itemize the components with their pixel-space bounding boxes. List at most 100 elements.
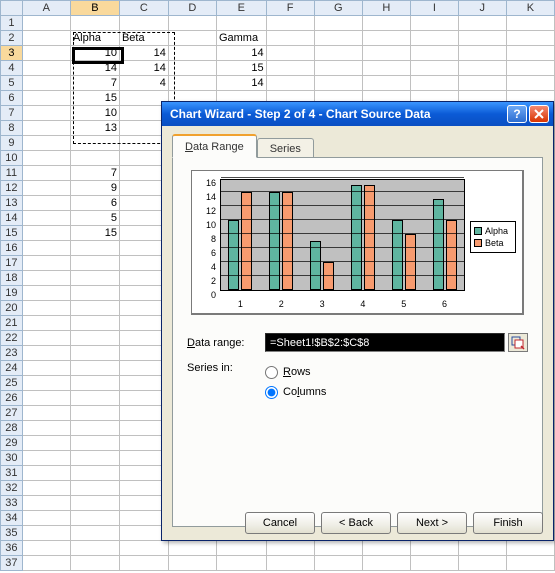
cell[interactable]	[410, 46, 458, 61]
col-header[interactable]: C	[119, 1, 168, 16]
row-header[interactable]: 13	[1, 196, 23, 211]
cell[interactable]	[70, 331, 119, 346]
cell[interactable]	[70, 421, 119, 436]
row-header[interactable]: 5	[1, 76, 23, 91]
cell[interactable]: 15	[70, 226, 119, 241]
cell[interactable]	[22, 376, 70, 391]
cell[interactable]	[70, 376, 119, 391]
cell[interactable]	[266, 556, 314, 571]
col-header[interactable]: G	[314, 1, 362, 16]
cell[interactable]	[22, 331, 70, 346]
cell[interactable]	[506, 31, 554, 46]
cell[interactable]: 10	[70, 106, 119, 121]
cell[interactable]	[119, 16, 168, 31]
cell[interactable]	[216, 16, 266, 31]
cell[interactable]: 14	[70, 61, 119, 76]
cell[interactable]	[70, 466, 119, 481]
cell[interactable]	[168, 16, 216, 31]
cell[interactable]: 14	[119, 46, 168, 61]
cell[interactable]	[70, 301, 119, 316]
row-header[interactable]: 18	[1, 271, 23, 286]
col-header[interactable]: I	[410, 1, 458, 16]
cell[interactable]	[266, 61, 314, 76]
cell[interactable]	[22, 496, 70, 511]
cell[interactable]: 15	[70, 91, 119, 106]
cell[interactable]	[22, 151, 70, 166]
cell[interactable]	[458, 31, 506, 46]
cell[interactable]	[70, 406, 119, 421]
cancel-button[interactable]: Cancel	[245, 512, 315, 534]
row-header[interactable]: 24	[1, 361, 23, 376]
cell[interactable]	[506, 541, 554, 556]
cell[interactable]	[168, 46, 216, 61]
col-header[interactable]: D	[168, 1, 216, 16]
cell[interactable]	[22, 301, 70, 316]
cell[interactable]	[70, 391, 119, 406]
row-header[interactable]: 26	[1, 391, 23, 406]
cell[interactable]	[22, 31, 70, 46]
cell[interactable]	[168, 541, 216, 556]
cell[interactable]	[70, 346, 119, 361]
cell[interactable]	[22, 76, 70, 91]
row-header[interactable]: 36	[1, 541, 23, 556]
row-header[interactable]: 21	[1, 316, 23, 331]
cell[interactable]	[70, 451, 119, 466]
row-header[interactable]: 20	[1, 301, 23, 316]
cell[interactable]	[22, 256, 70, 271]
row-header[interactable]: 6	[1, 91, 23, 106]
cell[interactable]	[22, 466, 70, 481]
cell[interactable]	[22, 196, 70, 211]
cell[interactable]: 7	[70, 166, 119, 181]
row-header[interactable]: 28	[1, 421, 23, 436]
row-header[interactable]: 32	[1, 481, 23, 496]
cell[interactable]	[22, 286, 70, 301]
cell[interactable]	[22, 406, 70, 421]
cell[interactable]	[266, 541, 314, 556]
cell[interactable]	[22, 136, 70, 151]
cell[interactable]	[362, 61, 410, 76]
cell[interactable]: 10	[70, 46, 119, 61]
cell[interactable]: Gamma	[216, 31, 266, 46]
cell[interactable]	[410, 541, 458, 556]
cell[interactable]	[70, 151, 119, 166]
row-header[interactable]: 15	[1, 226, 23, 241]
col-header[interactable]: F	[266, 1, 314, 16]
radio-rows-input[interactable]	[265, 366, 278, 379]
cell[interactable]	[70, 286, 119, 301]
cell[interactable]	[410, 31, 458, 46]
cell[interactable]	[362, 556, 410, 571]
col-header[interactable]: B	[70, 1, 119, 16]
cell[interactable]	[266, 46, 314, 61]
cell[interactable]	[506, 16, 554, 31]
cell[interactable]	[362, 16, 410, 31]
cell[interactable]	[314, 61, 362, 76]
cell[interactable]	[70, 481, 119, 496]
row-header[interactable]: 1	[1, 16, 23, 31]
cell[interactable]	[410, 556, 458, 571]
tab-data-range[interactable]: Data Range	[172, 134, 257, 158]
cell[interactable]	[22, 241, 70, 256]
row-header[interactable]: 10	[1, 151, 23, 166]
cell[interactable]	[70, 271, 119, 286]
cell[interactable]	[22, 526, 70, 541]
cell[interactable]	[70, 526, 119, 541]
cell[interactable]	[22, 271, 70, 286]
cell[interactable]	[266, 31, 314, 46]
row-header[interactable]: 27	[1, 406, 23, 421]
cell[interactable]	[362, 76, 410, 91]
row-header[interactable]: 22	[1, 331, 23, 346]
row-header[interactable]: 4	[1, 61, 23, 76]
data-range-input[interactable]	[265, 333, 505, 352]
cell[interactable]: 5	[70, 211, 119, 226]
help-button[interactable]: ?	[507, 105, 527, 123]
cell[interactable]	[168, 61, 216, 76]
cell[interactable]	[70, 496, 119, 511]
cell[interactable]	[22, 46, 70, 61]
col-header[interactable]: J	[458, 1, 506, 16]
cell[interactable]	[22, 166, 70, 181]
cell[interactable]	[168, 556, 216, 571]
cell[interactable]	[22, 106, 70, 121]
row-header[interactable]: 23	[1, 346, 23, 361]
row-header[interactable]: 11	[1, 166, 23, 181]
tab-series[interactable]: Series	[257, 138, 314, 159]
